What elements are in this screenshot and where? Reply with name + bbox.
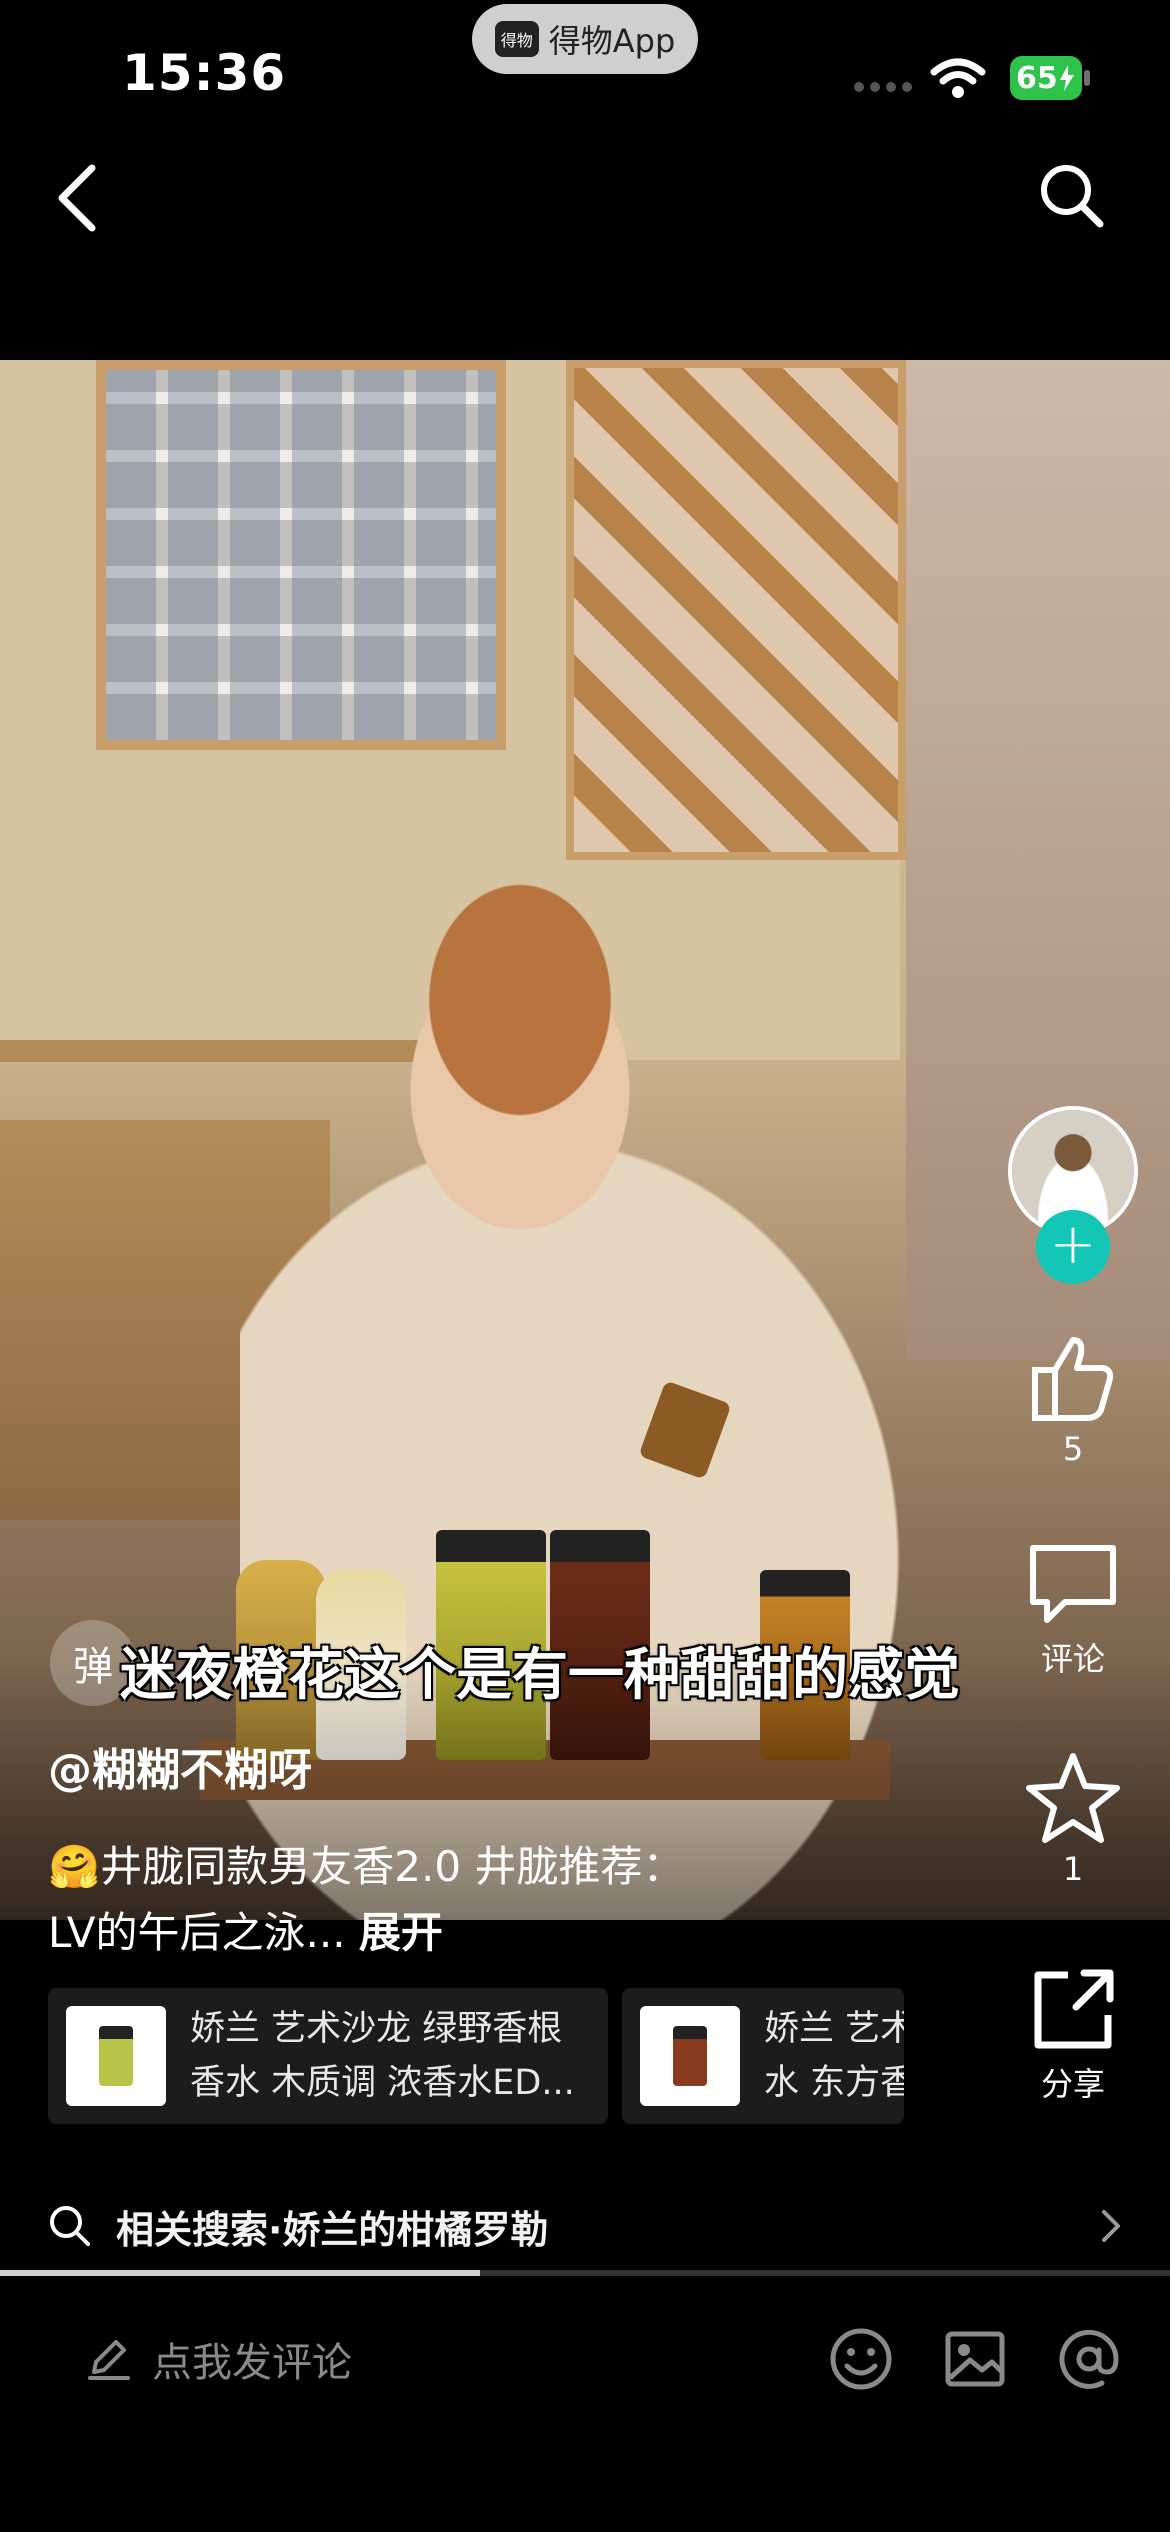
battery-level: 65	[1016, 60, 1058, 96]
star-icon	[1026, 1753, 1120, 1843]
like-button[interactable]: 5	[1003, 1330, 1143, 1468]
app-logo-icon: 得物	[494, 21, 539, 57]
video-progress-fill	[0, 2270, 480, 2276]
share-button[interactable]: 分享	[1003, 1965, 1143, 2105]
wifi-icon	[930, 58, 986, 98]
related-search-bar[interactable]: 相关搜索·娇兰的柑橘罗勒	[0, 2180, 1170, 2272]
follow-button[interactable]: +	[1036, 1210, 1110, 1284]
mention-at-icon[interactable]	[1056, 2326, 1122, 2392]
chevron-right-icon	[1102, 2210, 1120, 2242]
video-subtitle: 迷夜橙花这个是有一种甜甜的感觉	[120, 1643, 960, 1708]
search-icon[interactable]	[1038, 162, 1104, 228]
battery-indicator: 65	[1010, 56, 1082, 100]
product-card[interactable]: 娇兰 艺术 水 东方香	[622, 1988, 904, 2124]
caption-line-2: LV的午后之泳...	[48, 1908, 359, 1957]
product-name-line-1: 娇兰 艺术沙龙 绿野香根	[190, 2009, 563, 2049]
chevron-left-icon[interactable]	[50, 160, 106, 236]
emoji-icon[interactable]	[828, 2326, 894, 2392]
share-arrow-icon	[1034, 1969, 1114, 2049]
product-thumbnail	[66, 2006, 166, 2106]
product-card[interactable]: 娇兰 艺术沙龙 绿野香根 香水 木质调 浓香水ED...	[48, 1988, 608, 2124]
status-time: 15:36	[122, 44, 287, 102]
comment-input[interactable]: 点我发评论	[86, 2324, 352, 2394]
charging-bolt-icon	[1059, 65, 1074, 91]
favorite-count: 1	[1062, 1850, 1084, 1888]
cellular-signal-icon	[854, 82, 912, 92]
comment-label: 评论	[1040, 1640, 1105, 1678]
app-pill-label: 得物App	[548, 22, 676, 60]
product-name-line-2: 水 东方香	[764, 2063, 904, 2103]
product-thumbnail	[640, 2006, 740, 2106]
comment-bubble-icon	[1030, 1545, 1116, 1623]
related-search-text: 相关搜索·娇兰的柑橘罗勒	[116, 2207, 549, 2252]
comment-button[interactable]: 评论	[1003, 1540, 1143, 1680]
product-name-line-2: 香水 木质调 浓香水ED...	[190, 2063, 575, 2103]
like-count: 5	[1062, 1430, 1084, 1468]
post-caption: 🤗井胧同款男友香2.0 井胧推荐： LV的午后之泳... 展开	[48, 1834, 748, 1966]
search-icon	[50, 2206, 90, 2246]
author-handle[interactable]: @糊糊不糊呀	[48, 1734, 312, 1798]
video-backdrop-poster	[96, 360, 506, 750]
expand-caption-link[interactable]: 展开	[359, 1908, 443, 1957]
pencil-icon	[88, 2340, 130, 2380]
thumbs-up-icon	[1032, 1337, 1114, 1421]
video-backdrop-corkboard	[566, 360, 906, 860]
share-label: 分享	[1040, 2065, 1105, 2103]
image-icon[interactable]	[942, 2326, 1008, 2392]
app-source-pill[interactable]: 得物 得物App	[472, 4, 698, 74]
battery-cap	[1084, 70, 1090, 86]
product-name-line-1: 娇兰 艺术	[764, 2009, 904, 2049]
favorite-button[interactable]: 1	[1003, 1750, 1143, 1888]
comment-placeholder: 点我发评论	[152, 2340, 352, 2386]
caption-line-1: 🤗井胧同款男友香2.0 井胧推荐：	[48, 1842, 685, 1891]
